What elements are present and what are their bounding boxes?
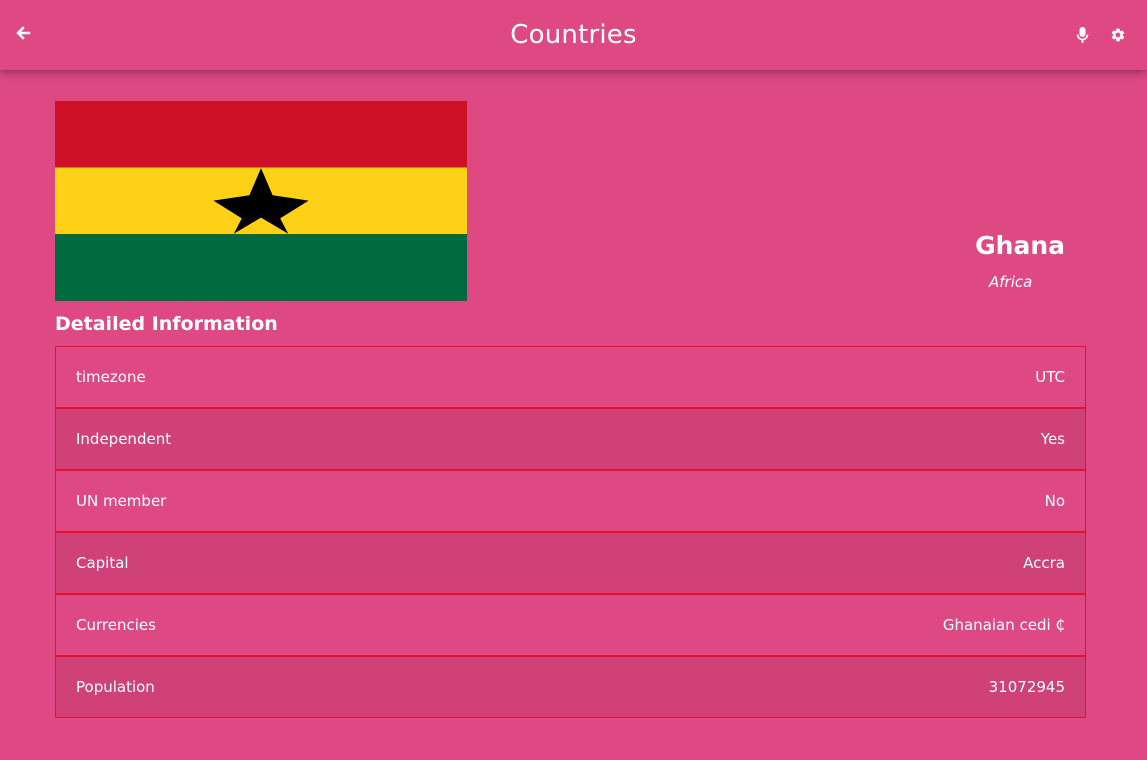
table-row: Capital Accra — [55, 532, 1086, 594]
row-value: 31072945 — [988, 678, 1065, 696]
table-row: Independent Yes — [55, 408, 1086, 470]
detailed-information-heading: Detailed Information — [55, 313, 278, 335]
row-value: Ghanaian cedi ₵ — [942, 616, 1065, 634]
details-table: timezone UTC Independent Yes UN member N… — [55, 346, 1086, 718]
gear-icon — [1111, 28, 1125, 42]
table-row: UN member No — [55, 470, 1086, 532]
row-label: Capital — [76, 554, 129, 572]
row-label: UN member — [76, 492, 167, 510]
row-value: Yes — [1040, 430, 1065, 448]
settings-button[interactable] — [1108, 25, 1128, 45]
flag-band-green — [55, 234, 467, 301]
country-region: Africa — [989, 273, 1033, 291]
table-row: Currencies Ghanaian cedi ₵ — [55, 594, 1086, 656]
row-value: Accra — [1023, 554, 1065, 572]
row-label: timezone — [76, 368, 146, 386]
row-label: Population — [76, 678, 155, 696]
country-flag — [55, 101, 467, 301]
country-name: Ghana — [975, 231, 1065, 260]
app-bar: Countries — [0, 0, 1147, 70]
table-row: Population 31072945 — [55, 656, 1086, 718]
row-label: Currencies — [76, 616, 156, 634]
voice-search-button[interactable] — [1073, 25, 1091, 45]
table-row: timezone UTC — [55, 346, 1086, 408]
row-value: No — [1044, 492, 1065, 510]
flag-band-red — [55, 101, 467, 168]
row-value: UTC — [1035, 368, 1065, 386]
row-label: Independent — [76, 430, 172, 448]
page-title: Countries — [510, 20, 637, 50]
microphone-icon — [1076, 27, 1088, 43]
ghana-flag-image — [55, 101, 467, 301]
